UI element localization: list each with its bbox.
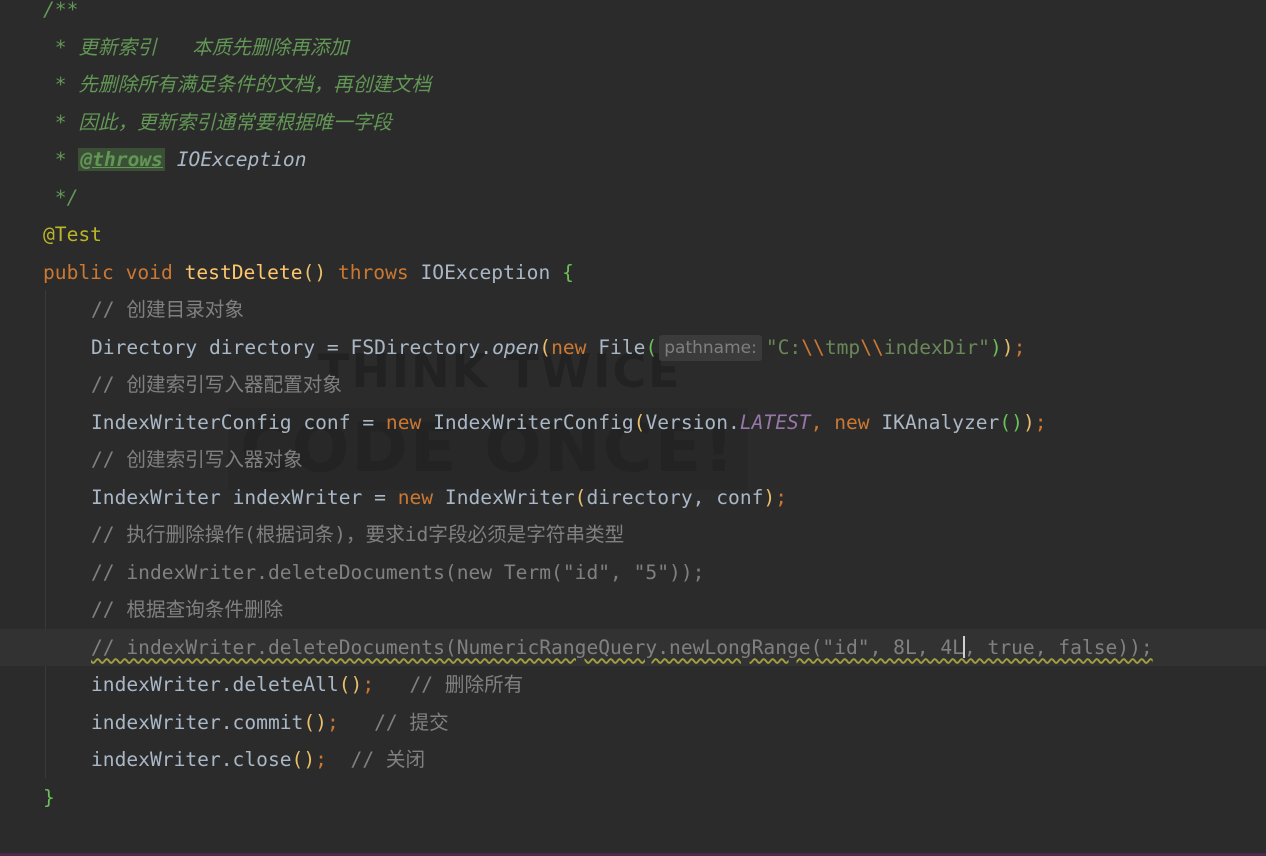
keyword-new: new xyxy=(397,485,434,509)
constructor-args: directory, conf xyxy=(586,485,764,509)
code-line[interactable]: /** xyxy=(0,0,1266,29)
code-editor[interactable]: THINK TWICE CODE ONCE! /** * 更新索引 本质先删除再… xyxy=(0,0,1266,856)
keyword-public: public xyxy=(43,260,114,284)
code-line[interactable]: // 根据查询条件删除 xyxy=(0,591,1266,629)
code-line[interactable]: indexWriter.commit(); // 提交 xyxy=(0,704,1266,742)
keyword-throws: throws xyxy=(337,260,409,284)
code-line[interactable]: @Test xyxy=(0,216,1266,254)
method-call-deleteall: indexWriter.deleteAll xyxy=(91,673,339,696)
code-line[interactable]: indexWriter.close(); // 关闭 xyxy=(0,741,1266,779)
method-open: open xyxy=(492,335,540,359)
code-line[interactable]: // indexWriter.deleteDocuments(new Term(… xyxy=(0,554,1266,592)
class-indexwriter: IndexWriter xyxy=(444,485,575,509)
doc-comment-prefix: * xyxy=(43,148,79,171)
close-brace: } xyxy=(43,785,55,809)
class-version: Version. xyxy=(645,410,740,434)
open-brace: { xyxy=(562,260,574,284)
code-line[interactable]: // 执行删除操作(根据词条)，要求id字段必须是字符串类型 xyxy=(0,516,1266,554)
code-line[interactable]: IndexWriter indexWriter = new IndexWrite… xyxy=(0,479,1266,517)
type-indexwriterconfig: IndexWriterConfig xyxy=(91,410,292,434)
doc-comment-close: */ xyxy=(43,185,79,209)
keyword-new: new xyxy=(385,410,422,434)
escape-sequence: \\ xyxy=(801,335,825,359)
string-literal: indexDir" xyxy=(883,335,990,359)
code-line[interactable]: */ xyxy=(0,179,1266,217)
type-directory: Directory xyxy=(91,335,198,359)
commented-code: // indexWriter.deleteDocuments(new Term(… xyxy=(91,560,705,584)
throws-type: IOException xyxy=(176,148,307,171)
method-parens: () xyxy=(302,260,327,284)
code-line[interactable]: // 创建索引写入器对象 xyxy=(0,441,1266,479)
line-comment: // 关闭 xyxy=(350,748,426,771)
line-comment: // 删除所有 xyxy=(409,673,524,696)
line-comment: // 根据查询条件删除 xyxy=(91,598,284,621)
doc-comment-line: * 更新索引 本质先删除再添加 xyxy=(43,35,349,59)
line-comment: // 创建索引写入器对象 xyxy=(91,448,303,471)
code-line[interactable]: * 更新索引 本质先删除再添加 xyxy=(0,29,1266,67)
line-comment: // 提交 xyxy=(374,710,449,734)
commented-code: , true, false)); xyxy=(963,635,1153,659)
code-line[interactable]: // 创建索引写入器配置对象 xyxy=(0,366,1266,404)
keyword-void: void xyxy=(125,260,173,284)
code-line[interactable]: * @throws IOException xyxy=(0,141,1266,179)
escape-sequence: \\ xyxy=(860,335,884,359)
current-code-line[interactable]: // indexWriter.deleteDocuments(NumericRa… xyxy=(0,628,1266,666)
string-literal: "C: xyxy=(765,335,802,359)
class-file: File xyxy=(598,335,646,359)
class-indexwriterconfig: IndexWriterConfig xyxy=(433,410,634,434)
test-annotation: @Test xyxy=(43,223,102,246)
line-comment: // 创建索引写入器配置对象 xyxy=(91,373,342,396)
line-comment: // 创建目录对象 xyxy=(91,298,244,321)
code-line[interactable]: IndexWriterConfig conf = new IndexWriter… xyxy=(0,404,1266,442)
code-line[interactable]: * 因此，更新索引通常要根据唯一字段 xyxy=(0,104,1266,142)
parameter-hint: pathname: xyxy=(659,334,762,361)
type-indexwriter: IndexWriter xyxy=(91,485,221,509)
class-ikanalyzer: IKAnalyzer xyxy=(881,410,1000,434)
line-comment: // 执行删除操作(根据词条)，要求id字段必须是字符串类型 xyxy=(91,523,625,546)
throws-tag[interactable]: @throws xyxy=(78,148,165,171)
code-line[interactable]: // 创建目录对象 xyxy=(0,291,1266,329)
class-fsdirectory: FSDirectory. xyxy=(350,335,493,359)
keyword-new: new xyxy=(834,410,870,434)
exception-type: IOException xyxy=(420,260,551,284)
keyword-new: new xyxy=(551,335,587,359)
code-line[interactable]: public void testDelete() throws IOExcept… xyxy=(0,254,1266,292)
code-line[interactable]: } xyxy=(0,779,1266,817)
var-directory: directory xyxy=(208,335,316,359)
var-conf: conf xyxy=(303,410,351,434)
field-latest: LATEST xyxy=(739,410,811,434)
doc-comment-line: * 因此，更新索引通常要根据唯一字段 xyxy=(43,110,392,134)
code-line[interactable]: indexWriter.deleteAll(); // 删除所有 xyxy=(0,666,1266,704)
method-name[interactable]: testDelete xyxy=(185,261,303,284)
method-call-close: indexWriter.close xyxy=(91,748,292,771)
string-literal: tmp xyxy=(824,335,861,359)
var-indexwriter: indexWriter xyxy=(232,485,363,509)
commented-code: // indexWriter.deleteDocuments(NumericRa… xyxy=(91,635,964,659)
doc-comment-line: * 先删除所有满足条件的文档，再创建文档 xyxy=(43,73,432,96)
method-call-commit: indexWriter.commit xyxy=(91,710,304,734)
code-line[interactable]: * 先删除所有满足条件的文档，再创建文档 xyxy=(0,66,1266,104)
doc-comment-open: /** xyxy=(43,0,79,21)
code-line[interactable]: Directory directory = FSDirectory.open(n… xyxy=(0,329,1266,367)
